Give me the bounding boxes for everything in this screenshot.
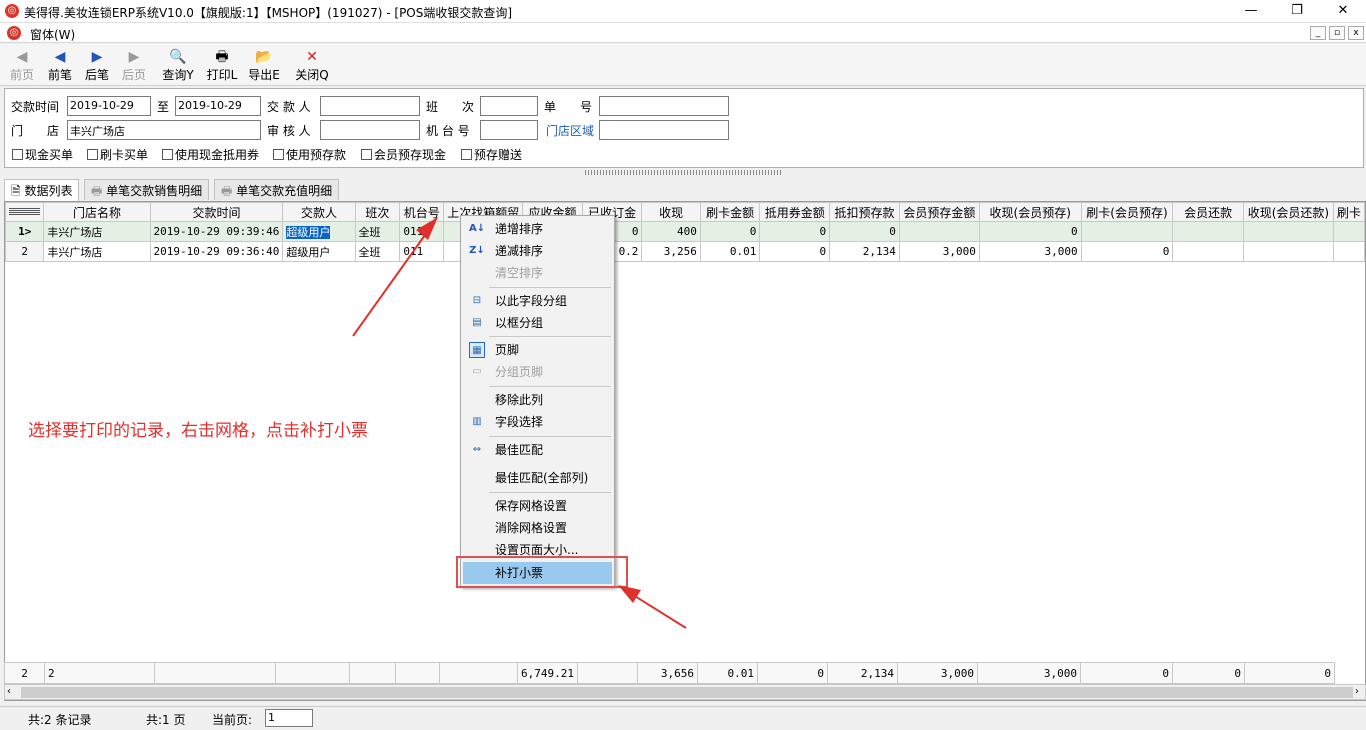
arrow-left-icon — [618, 585, 687, 629]
annotation-text: 选择要打印的记录，右击网格，点击补打小票 — [28, 421, 368, 441]
annotation-arrows — [352, 217, 687, 629]
arrow-up-icon — [352, 217, 438, 337]
